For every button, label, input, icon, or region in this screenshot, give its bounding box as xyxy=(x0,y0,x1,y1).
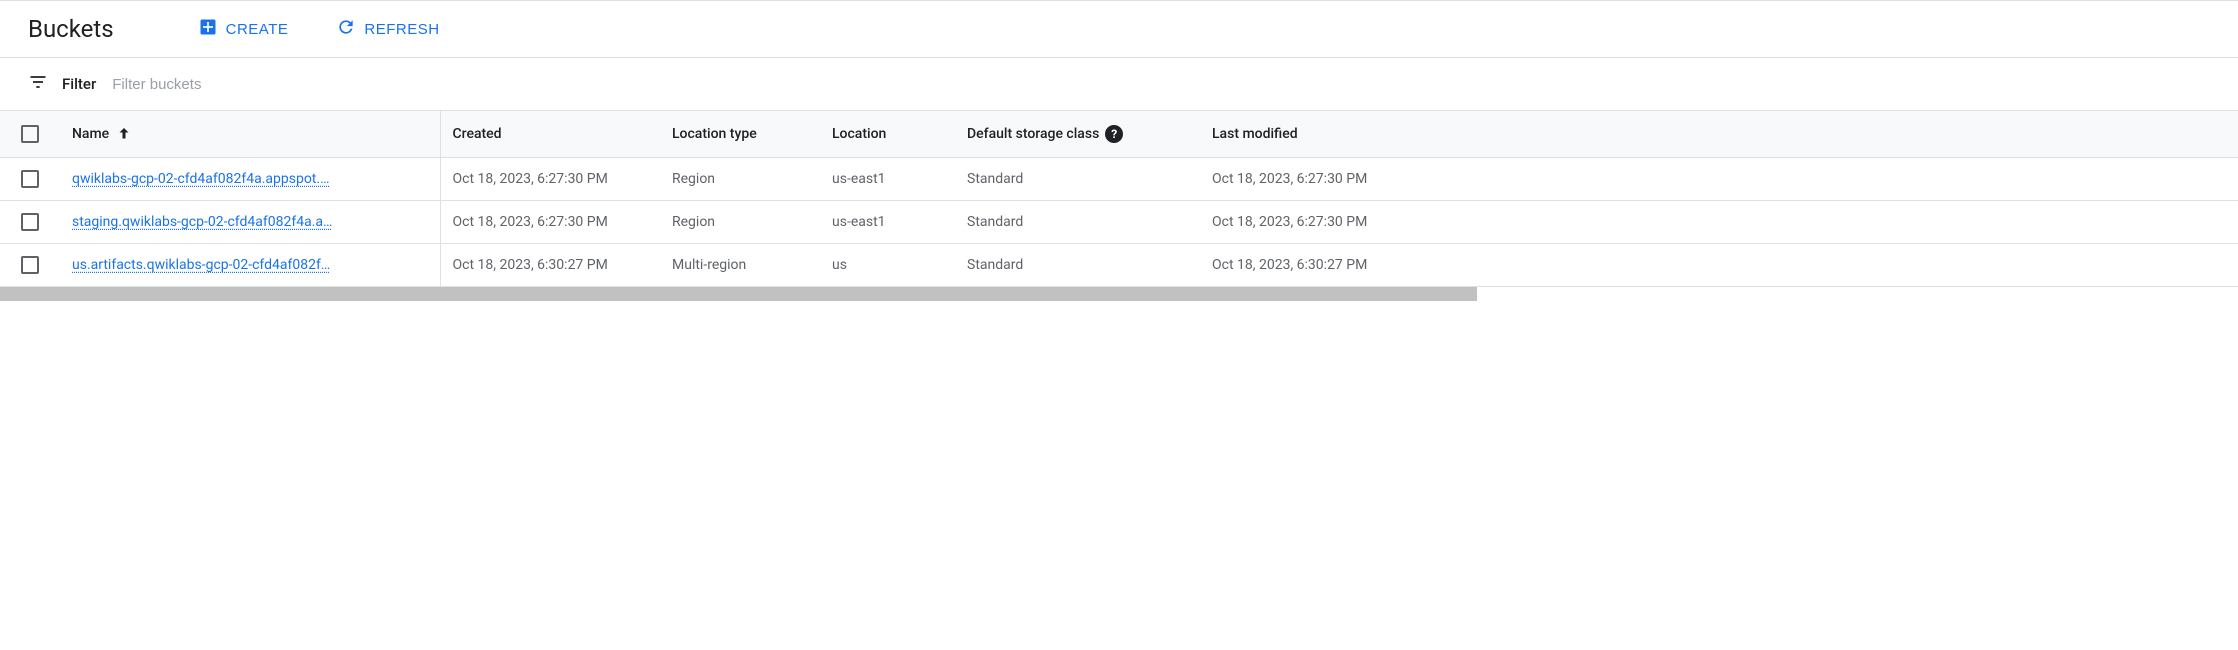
row-checkbox[interactable] xyxy=(21,256,39,274)
cell-location: us-east1 xyxy=(820,201,955,244)
table-row: us.artifacts.qwiklabs-gcp-02-cfd4af082f…… xyxy=(0,244,2238,287)
cell-storage-class: Standard xyxy=(955,158,1200,201)
cell-location-type: Region xyxy=(660,158,820,201)
column-header-storage-class[interactable]: Default storage class ? xyxy=(955,111,1200,158)
sort-ascending-icon xyxy=(115,125,133,143)
filter-label: Filter xyxy=(62,75,96,93)
filter-bar: Filter xyxy=(0,58,2238,111)
table-row: staging.qwiklabs-gcp-02-cfd4af082f4a.a… O… xyxy=(0,201,2238,244)
help-icon[interactable]: ? xyxy=(1105,125,1123,143)
horizontal-scrollbar[interactable] xyxy=(0,287,1477,301)
column-header-location-type[interactable]: Location type xyxy=(660,111,820,158)
cell-location-type: Region xyxy=(660,201,820,244)
cell-last-modified: Oct 18, 2023, 6:30:27 PM xyxy=(1200,244,2238,287)
cell-storage-class: Standard xyxy=(955,201,1200,244)
refresh-button[interactable]: REFRESH xyxy=(332,11,443,47)
refresh-label: REFRESH xyxy=(364,21,439,38)
bucket-name-link[interactable]: us.artifacts.qwiklabs-gcp-02-cfd4af082f… xyxy=(72,257,330,273)
column-header-created[interactable]: Created xyxy=(440,111,660,158)
filter-input[interactable] xyxy=(110,75,410,94)
row-checkbox[interactable] xyxy=(21,213,39,231)
cell-location: us xyxy=(820,244,955,287)
scrollbar-thumb[interactable] xyxy=(0,287,1477,301)
select-all-checkbox[interactable] xyxy=(21,125,39,143)
create-label: CREATE xyxy=(226,21,289,38)
cell-created: Oct 18, 2023, 6:30:27 PM xyxy=(440,244,660,287)
refresh-icon xyxy=(336,17,356,41)
table-header-row: Name Created Location type Location Defa… xyxy=(0,111,2238,158)
cell-last-modified: Oct 18, 2023, 6:27:30 PM xyxy=(1200,158,2238,201)
column-name-label: Name xyxy=(72,126,109,142)
header-checkbox-cell xyxy=(0,111,60,158)
table-row: qwiklabs-gcp-02-cfd4af082f4a.appspot.… Oc… xyxy=(0,158,2238,201)
row-checkbox[interactable] xyxy=(21,170,39,188)
top-bar: Buckets CREATE REFRESH xyxy=(0,0,2238,58)
bucket-name-link[interactable]: staging.qwiklabs-gcp-02-cfd4af082f4a.a… xyxy=(72,214,332,230)
column-header-location[interactable]: Location xyxy=(820,111,955,158)
buckets-table: Name Created Location type Location Defa… xyxy=(0,111,2238,287)
bucket-name-link[interactable]: qwiklabs-gcp-02-cfd4af082f4a.appspot.… xyxy=(72,171,329,187)
cell-created: Oct 18, 2023, 6:27:30 PM xyxy=(440,201,660,244)
cell-created: Oct 18, 2023, 6:27:30 PM xyxy=(440,158,660,201)
cell-location-type: Multi-region xyxy=(660,244,820,287)
filter-icon xyxy=(28,72,48,96)
cell-last-modified: Oct 18, 2023, 6:27:30 PM xyxy=(1200,201,2238,244)
cell-location: us-east1 xyxy=(820,158,955,201)
create-button[interactable]: CREATE xyxy=(194,11,293,47)
column-header-name[interactable]: Name xyxy=(60,111,440,158)
column-header-last-modified[interactable]: Last modified xyxy=(1200,111,2238,158)
cell-storage-class: Standard xyxy=(955,244,1200,287)
plus-icon xyxy=(198,17,218,41)
page-title: Buckets xyxy=(28,15,114,43)
